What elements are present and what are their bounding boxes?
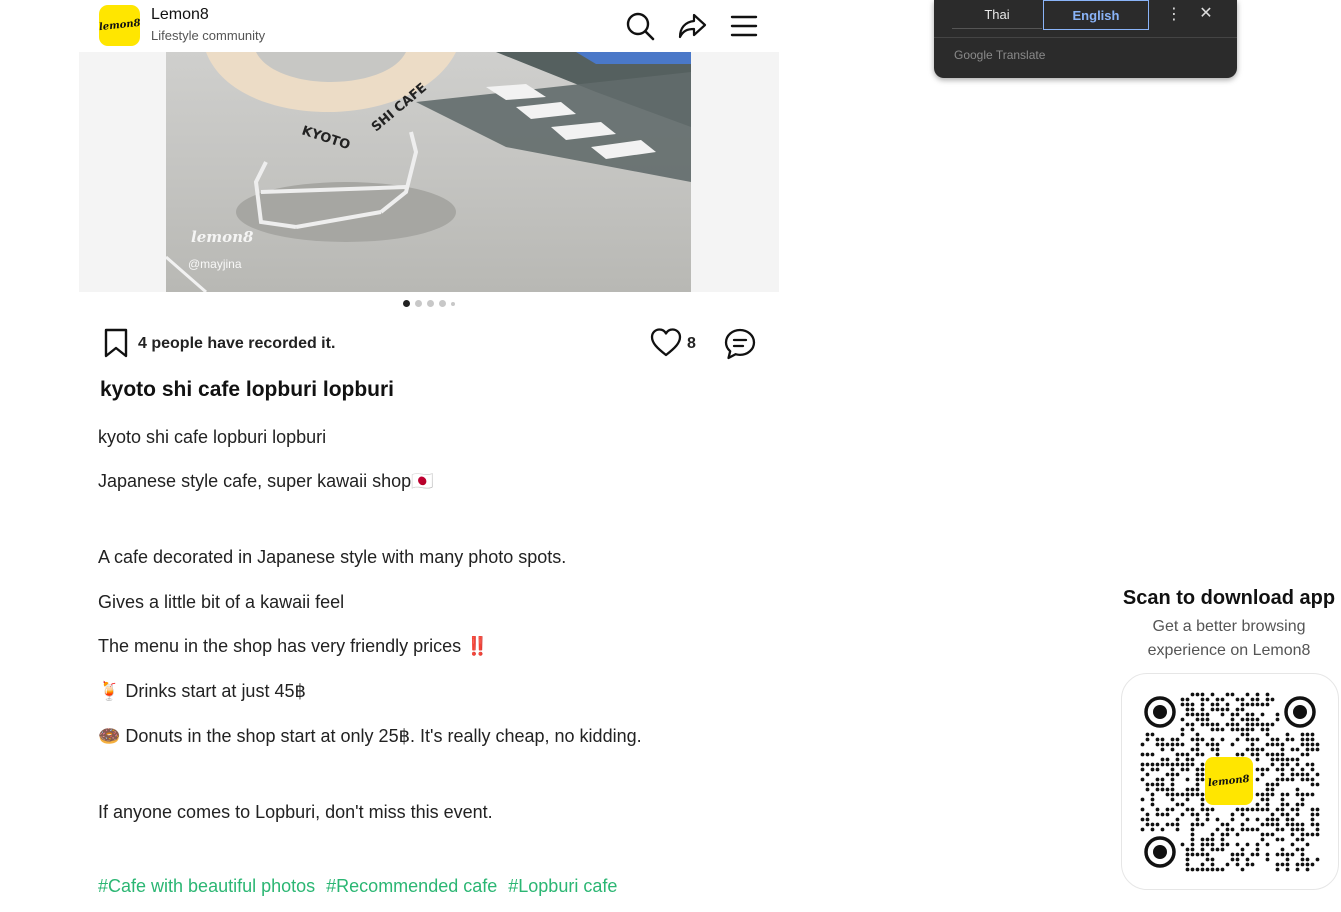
photo-handle: @mayjina (188, 257, 242, 271)
tab-target-language[interactable]: English (1043, 0, 1149, 30)
post-line: A cafe decorated in Japanese style with … (98, 547, 567, 567)
post-line: The menu in the shop has very friendly p… (98, 636, 489, 656)
more-options-icon[interactable]: ⋮ (1166, 4, 1182, 24)
heart-icon[interactable] (649, 326, 683, 360)
app-name: Lemon8 (151, 6, 209, 23)
post-photo: KYOTO SHI CAFE lemon8 @mayjina (166, 52, 691, 292)
tab-source-language[interactable]: Thai (952, 0, 1042, 29)
post-title: kyoto shi cafe lopburi lopburi (100, 378, 395, 401)
carousel-dots (0, 300, 858, 307)
qr-code: lemon8 (1121, 673, 1339, 890)
translate-popup: Thai English ⋮ ✕ Google Translate (934, 0, 1237, 78)
app-subtitle: Lifestyle community (151, 28, 266, 43)
logo-text: lemon8 (98, 17, 141, 34)
post-line: Japanese style cafe, super kawaii shop🇯🇵 (98, 471, 434, 491)
menu-icon[interactable] (729, 11, 759, 41)
post-line: 🍩 Donuts in the shop start at only 25฿. … (98, 726, 642, 746)
qr-title: Scan to download app (1122, 587, 1336, 609)
photo-watermark: lemon8 (191, 228, 254, 246)
hashtag-list: #Cafe with beautiful photos #Recommended… (98, 876, 617, 897)
carousel-dot[interactable] (415, 300, 422, 307)
carousel-dot[interactable] (403, 300, 410, 307)
like-count: 8 (687, 335, 696, 352)
comment-icon[interactable] (723, 327, 757, 361)
qr-subtitle: Get a better browsing experience on Lemo… (1147, 618, 1311, 659)
qr-logo: lemon8 (1205, 757, 1253, 805)
carousel-dot[interactable] (451, 302, 455, 306)
hashtag-link[interactable]: #Lopburi cafe (508, 876, 617, 897)
qr-logo-text: lemon8 (1207, 773, 1251, 789)
hashtag-link[interactable]: #Recommended cafe (326, 876, 497, 897)
post-line: Gives a little bit of a kawaii feel (98, 592, 345, 612)
share-icon[interactable] (677, 11, 707, 41)
divider (934, 37, 1237, 38)
recorded-count-text: 4 people have recorded it. (138, 335, 336, 352)
close-icon[interactable]: ✕ (1198, 3, 1214, 23)
lemon8-logo[interactable]: lemon8 (98, 5, 141, 46)
image-carousel[interactable]: KYOTO SHI CAFE lemon8 @mayjina (79, 52, 779, 292)
post-line: 🍹 Drinks start at just 45฿ (98, 681, 306, 701)
post-line: If anyone comes to Lopburi, don't miss t… (98, 802, 493, 822)
post-actions: 4 people have recorded it. 8 (79, 322, 779, 364)
search-icon[interactable] (625, 11, 655, 41)
svg-text:KYOTO: KYOTO (300, 124, 352, 154)
carousel-dot[interactable] (439, 300, 446, 307)
hashtag-link[interactable]: #Cafe with beautiful photos (98, 876, 315, 897)
carousel-dot[interactable] (427, 300, 434, 307)
google-translate-brand: Google Translate (954, 48, 1046, 62)
bookmark-icon[interactable] (103, 328, 129, 358)
site-header: lemon8 Lemon8 Lifestyle community (79, 0, 779, 52)
post-line: kyoto shi cafe lopburi lopburi (98, 427, 327, 447)
